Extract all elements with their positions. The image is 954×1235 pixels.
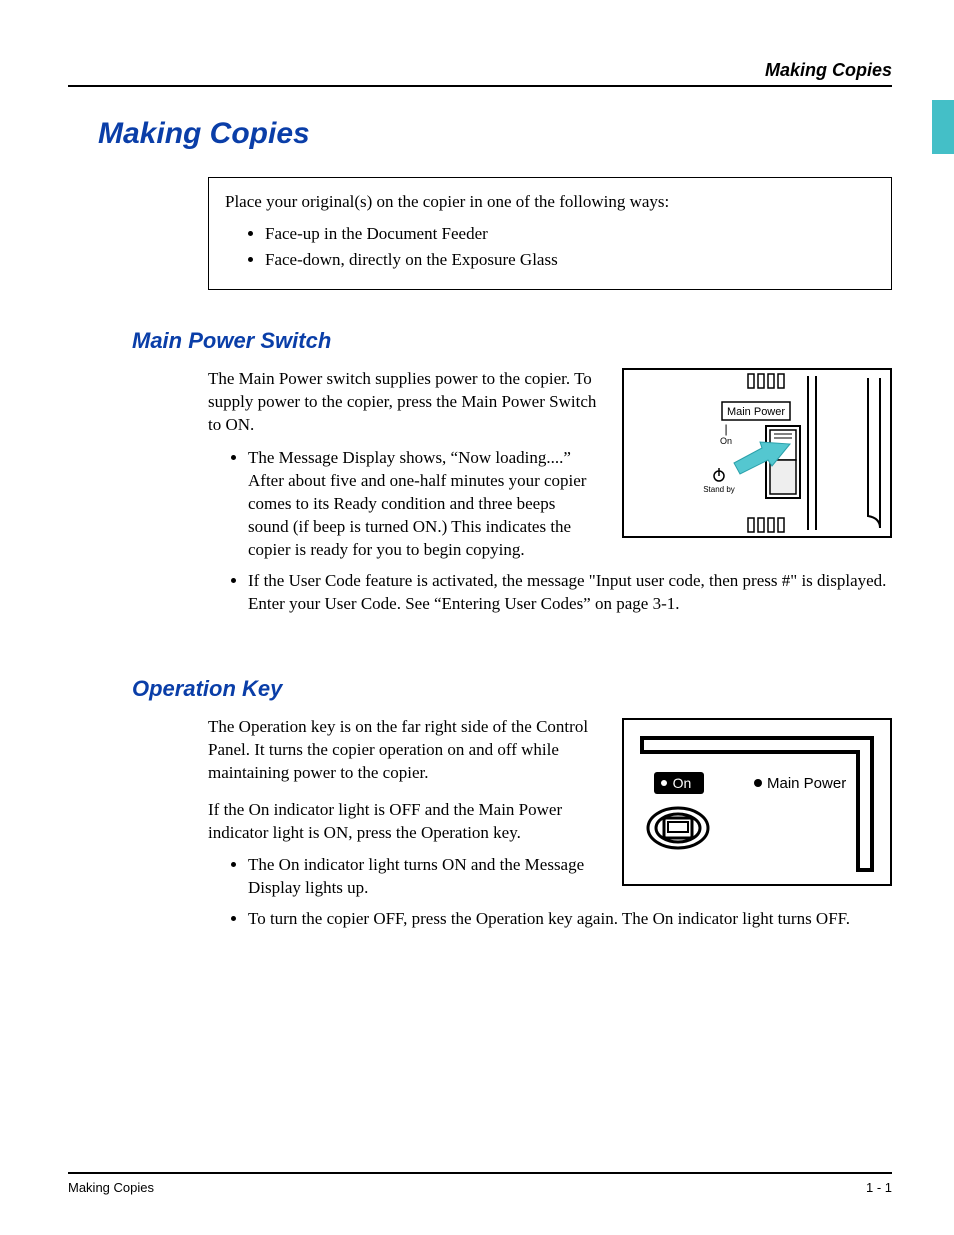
on-symbol-icon: |: [724, 422, 727, 436]
intro-item: Face-down, directly on the Exposure Glas…: [265, 248, 875, 272]
label-on: On: [673, 775, 692, 791]
header-rule: [68, 85, 892, 87]
section-body-main-power: The Main Power switch supplies power to …: [208, 368, 892, 615]
intro-box: Place your original(s) on the copier in …: [208, 177, 892, 290]
operation-bullet: To turn the copier OFF, press the Operat…: [248, 908, 892, 931]
operation-list: The On indicator light turns ON and the …: [248, 854, 604, 900]
bottom-vent-icon: [748, 518, 784, 532]
indicator-dot-icon: [754, 779, 762, 787]
top-vent-icon: [748, 374, 784, 388]
page-footer: Making Copies 1 - 1: [68, 1172, 892, 1195]
chapter-title: Making Copies: [98, 117, 892, 151]
footer-rule: [68, 1172, 892, 1174]
on-label-group: On: [654, 772, 704, 794]
operation-para2: If the On indicator light is OFF and the…: [208, 799, 604, 845]
main-power-bullet: The Message Display shows, “Now loading.…: [248, 447, 604, 562]
label-main-power: Main Power: [727, 406, 785, 418]
operation-key-button-icon: [648, 808, 708, 848]
label-main-power: Main Power: [767, 775, 846, 792]
main-power-bullet: If the User Code feature is activated, t…: [248, 570, 892, 616]
label-on: On: [720, 436, 732, 446]
section-title-main-power: Main Power Switch: [132, 328, 892, 354]
operation-bullet: The On indicator light turns ON and the …: [248, 854, 604, 900]
intro-list: Face-up in the Document Feeder Face-down…: [265, 222, 875, 272]
section-body-operation-key: The Operation key is on the far right si…: [208, 716, 892, 932]
figure-main-power-switch: Main Power | On Stand by: [622, 368, 892, 538]
page-container: Making Copies Making Copies Place your o…: [0, 0, 954, 1235]
panel-outline-icon: [642, 738, 872, 870]
footer-right: 1 - 1: [866, 1180, 892, 1195]
section-title-operation-key: Operation Key: [132, 676, 892, 702]
panel-edge-icon: [868, 378, 880, 528]
figure-operation-key: On Main Power: [622, 718, 892, 886]
intro-item: Face-up in the Document Feeder: [265, 222, 875, 246]
standby-symbol-icon: [714, 468, 724, 481]
figure-border: [623, 719, 891, 885]
intro-lead: Place your original(s) on the copier in …: [225, 190, 875, 214]
operation-para1: The Operation key is on the far right si…: [208, 716, 604, 785]
main-power-para1: The Main Power switch supplies power to …: [208, 368, 604, 437]
footer-left: Making Copies: [68, 1180, 154, 1195]
main-power-list-cont: If the User Code feature is activated, t…: [248, 570, 892, 616]
operation-list-cont: To turn the copier OFF, press the Operat…: [248, 908, 892, 931]
label-standby: Stand by: [703, 485, 735, 494]
main-power-list: The Message Display shows, “Now loading.…: [248, 447, 604, 562]
running-head: Making Copies: [68, 60, 892, 81]
